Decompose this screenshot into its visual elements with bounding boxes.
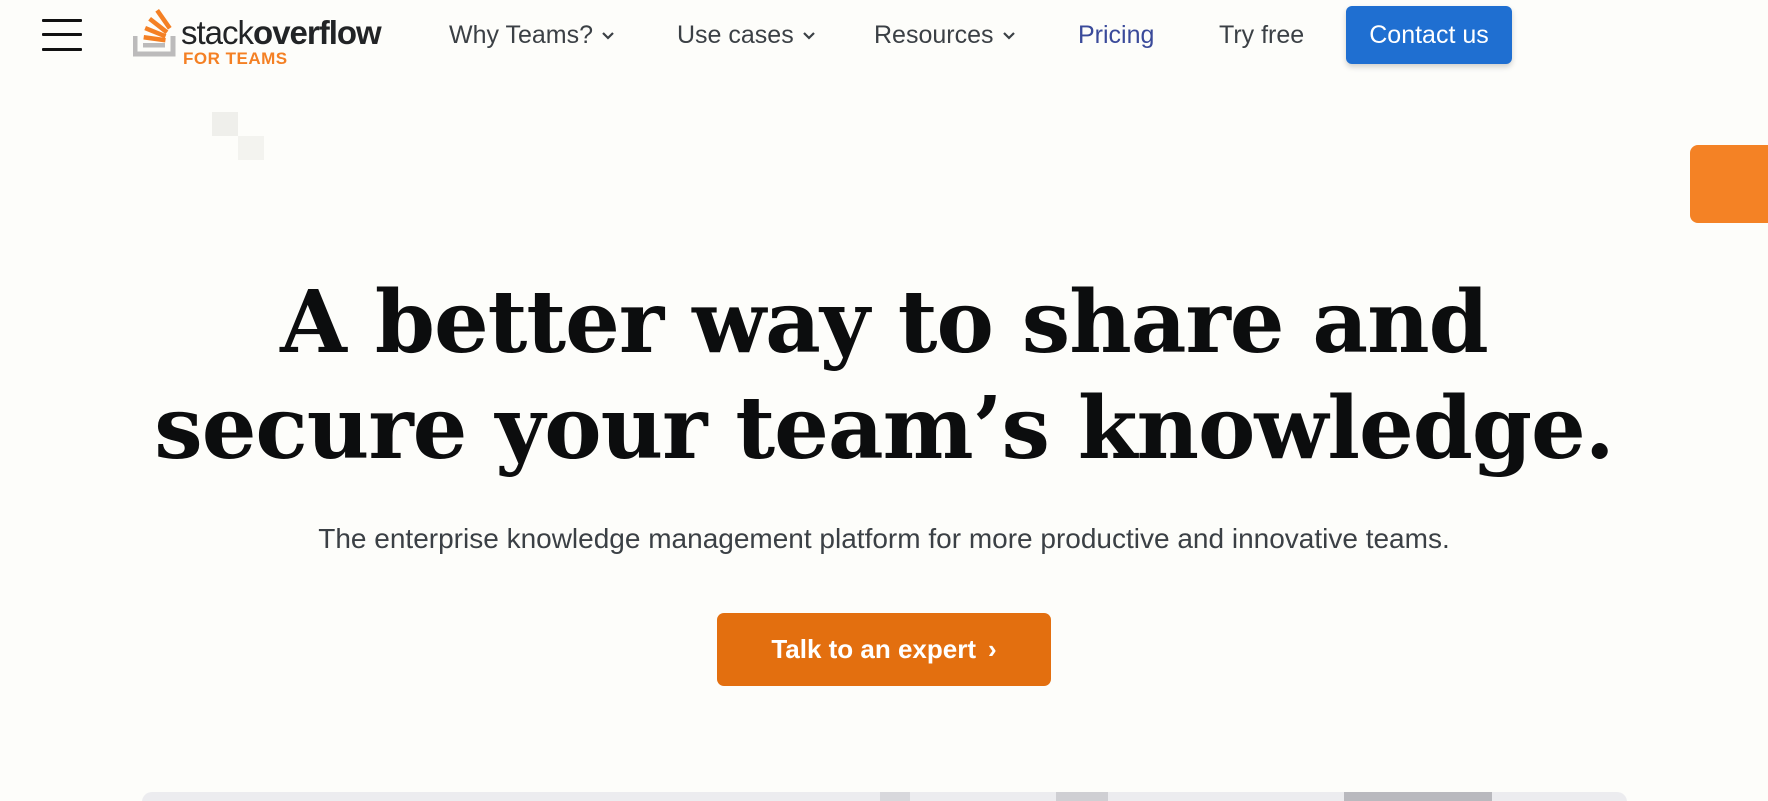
nav-try-free[interactable]: Try free: [1219, 18, 1304, 52]
top-navigation: stackoverflow FOR TEAMS Why Teams? Use c…: [0, 0, 1768, 72]
site-logo[interactable]: stackoverflow FOR TEAMS: [133, 4, 403, 68]
nav-pricing[interactable]: Pricing: [1078, 18, 1154, 52]
page: stackoverflow FOR TEAMS Why Teams? Use c…: [0, 0, 1768, 801]
menu-bar-line: [42, 19, 82, 22]
menu-bar-line: [42, 33, 82, 36]
nav-label: Use cases: [677, 21, 794, 49]
headline-part: A better way to: [280, 272, 1022, 373]
menu-button[interactable]: [42, 18, 82, 52]
decorative-square: [238, 136, 264, 160]
headline-emphasis: share and: [1021, 272, 1489, 373]
headline-emphasis: secure: [154, 378, 467, 479]
decorative-square: [212, 112, 238, 136]
menu-bar-line: [42, 48, 82, 51]
chevron-down-icon: [602, 32, 614, 40]
hero-subtitle: The enterprise knowledge management plat…: [318, 523, 1450, 554]
nav-why-teams[interactable]: Why Teams?: [449, 18, 615, 52]
cta-label: Talk to an expert: [771, 634, 976, 664]
chevron-down-icon: [1002, 32, 1015, 40]
chevron-right-icon: ›: [988, 634, 997, 664]
nav-label: Resources: [874, 21, 994, 49]
nav-use-cases[interactable]: Use cases: [677, 18, 816, 52]
hero-headline: A better way to share and secure your tea…: [0, 270, 1768, 482]
nav-label: Why Teams?: [449, 21, 594, 49]
preview-detail: [880, 792, 910, 801]
preview-detail: [1056, 792, 1108, 801]
logo-subtitle: FOR TEAMS: [183, 49, 288, 68]
nav-resources[interactable]: Resources: [874, 18, 1016, 52]
headline-part: your team’s knowledge.: [466, 378, 1614, 479]
chevron-down-icon: [802, 32, 815, 40]
logo-wordmark: stackoverflow: [181, 14, 382, 51]
stack-overflow-logo-icon: [133, 9, 176, 57]
side-feedback-tab[interactable]: [1690, 145, 1768, 223]
contact-us-button[interactable]: Contact us: [1346, 6, 1512, 64]
talk-to-expert-button[interactable]: Talk to an expert ›: [717, 613, 1051, 686]
preview-detail: [1344, 792, 1492, 801]
